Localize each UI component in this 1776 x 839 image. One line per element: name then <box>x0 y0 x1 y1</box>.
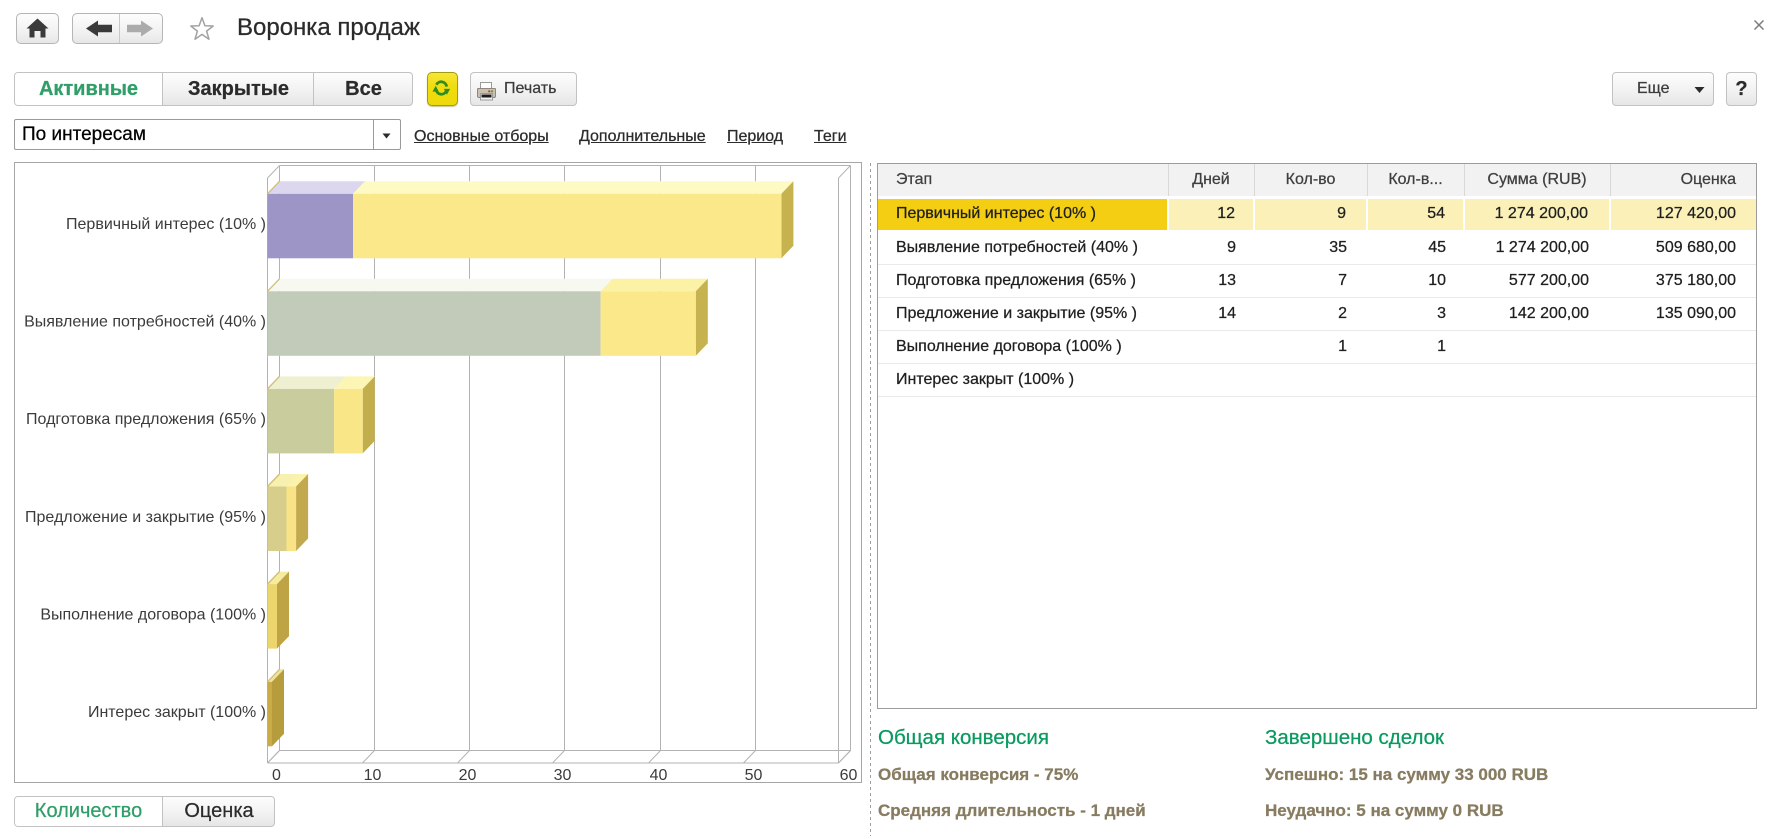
svg-text:Подготовка предложения (65% ): Подготовка предложения (65% ) <box>26 411 266 428</box>
svg-text:Выявление потребностей (40% ): Выявление потребностей (40% ) <box>24 314 266 331</box>
svg-text:50: 50 <box>745 767 763 784</box>
svg-text:30: 30 <box>554 767 572 784</box>
svg-text:20: 20 <box>459 767 477 784</box>
svg-text:Первичный интерес (10% ): Первичный интерес (10% ) <box>66 216 266 233</box>
svg-text:0: 0 <box>272 767 281 784</box>
svg-text:Выполнение договора (100% ): Выполнение договора (100% ) <box>40 606 266 623</box>
svg-text:60: 60 <box>840 767 858 784</box>
svg-text:40: 40 <box>650 767 668 784</box>
svg-text:Интерес закрыт (100% ): Интерес закрыт (100% ) <box>88 704 266 721</box>
svg-text:10: 10 <box>364 767 382 784</box>
svg-text:Предложение и закрытие (95% ): Предложение и закрытие (95% ) <box>25 509 266 526</box>
